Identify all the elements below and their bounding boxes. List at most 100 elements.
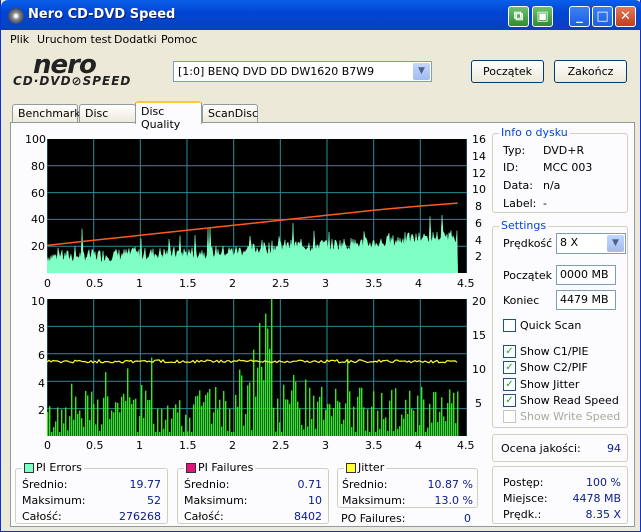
pi-failures-bar	[409, 390, 411, 436]
pi-failures-bar	[197, 395, 199, 436]
y2-tick: 8	[475, 200, 482, 213]
pi-failures-bar	[211, 423, 213, 436]
jitter-label: Jitter	[358, 461, 385, 474]
x-tick: 0.5	[86, 439, 104, 452]
x-tick: 4.5	[457, 439, 475, 452]
pi-failures-bar	[399, 426, 401, 436]
po-failures-label: PO Failures:	[341, 512, 406, 525]
menu-bar: Plik Uruchom test Dodatki Pomoc	[1, 30, 640, 50]
menu-help[interactable]: Pomoc	[161, 33, 197, 46]
pi-failures-bar	[229, 408, 231, 436]
pi-failures-bar	[183, 431, 185, 436]
legend-swatch	[24, 463, 34, 473]
menu-run-test[interactable]: Uruchom test	[37, 33, 112, 46]
stat-value: 8402	[294, 510, 322, 523]
pi-failures-bar	[341, 423, 343, 436]
drive-select[interactable]: [1:0] BENQ DVD DD DW1620 B7W9 ▼	[173, 61, 432, 82]
pi-failures-bar	[195, 396, 197, 436]
pi-failures-bar	[319, 396, 321, 436]
pi-failures-bar	[97, 399, 99, 436]
maximize-button[interactable]: □	[592, 6, 613, 27]
show-read-speed-checkbox[interactable]: ✓	[503, 394, 516, 407]
pi-failures-box: PI Failures Średnio: 0.71 Maksimum: 10 C…	[177, 461, 329, 524]
pi-failures-bar	[311, 418, 313, 436]
y2-tick: 16	[472, 133, 486, 146]
pi-failures-bar	[117, 402, 119, 436]
pi-errors-box: PI Errors Średnio: 19.77 Maksimum: 52 Ca…	[15, 461, 168, 524]
pi-failures-bar	[123, 393, 125, 436]
show-c2-checkbox[interactable]: ✓	[503, 361, 516, 374]
quick-scan-checkbox[interactable]	[503, 319, 516, 332]
pi-failures-bar	[303, 429, 305, 436]
pi-failures-bar	[381, 392, 383, 436]
pi-failures-bar	[139, 416, 141, 436]
save-icon[interactable]: ▣	[532, 6, 553, 27]
chevron-down-icon[interactable]: ▼	[607, 235, 624, 252]
speed-select[interactable]: 8 X ▼	[556, 233, 626, 254]
pi-failures-bar	[253, 349, 255, 436]
pi-failures-bar	[167, 405, 169, 436]
pi-failures-bar	[425, 431, 427, 436]
pi-failures-bar	[53, 427, 55, 436]
copy-icon[interactable]: ⧉	[508, 6, 529, 27]
pi-failures-bar	[353, 406, 355, 436]
pi-failures-bar	[367, 409, 369, 436]
pi-failures-bar	[361, 387, 363, 436]
tab-scandisc[interactable]: ScanDisc	[202, 104, 258, 123]
pi-failures-bar	[213, 412, 215, 436]
legend-swatch	[346, 463, 356, 473]
minimize-button[interactable]: _	[569, 6, 590, 27]
pi-failures-bar	[423, 399, 425, 436]
pi-failures-bar	[389, 400, 391, 436]
exit-button[interactable]: Zakończ	[554, 60, 627, 83]
chevron-down-icon[interactable]: ▼	[413, 63, 430, 80]
pi-failures-bar	[237, 406, 239, 436]
pi-failures-bar	[207, 392, 209, 436]
pi-failures-bar	[185, 414, 187, 436]
pi-failures-bar	[299, 408, 301, 436]
tab-disc-info[interactable]: Disc Info	[79, 104, 136, 133]
end-input[interactable]: 4479 MB	[556, 290, 616, 310]
pi-failures-bar	[391, 389, 393, 436]
close-button[interactable]: ✕	[615, 6, 636, 27]
pi-failures-bar	[321, 386, 323, 436]
pi-failures-bar	[429, 403, 431, 436]
pi-failures-bar	[235, 394, 237, 436]
jitter-title: Jitter	[344, 461, 387, 474]
pi-failures-bar	[67, 430, 69, 436]
pi-failures-bar	[93, 403, 95, 436]
show-c1-checkbox[interactable]: ✓	[503, 345, 516, 358]
pi-failures-bar	[155, 431, 157, 436]
pi-failures-bar	[243, 425, 245, 436]
position-label: Miejsce:	[503, 492, 548, 505]
speed-current-value: 8.35 X	[585, 508, 621, 521]
show-jitter-checkbox[interactable]: ✓	[503, 378, 516, 391]
pi-failures-bar	[125, 400, 127, 436]
y-tick: 6	[38, 349, 45, 362]
info-value: DVD+R	[543, 144, 585, 157]
pi-failures-bar	[331, 416, 333, 436]
info-value: n/a	[543, 179, 561, 192]
disc-icon	[8, 8, 24, 24]
tab-benchmark[interactable]: Benchmark	[12, 104, 81, 123]
pi-failures-bar	[339, 402, 341, 436]
show-write-speed-checkbox	[503, 410, 516, 423]
tab-disc-quality[interactable]: Disc Quality	[135, 101, 202, 131]
info-value: -	[543, 197, 547, 210]
pi-failures-bar	[281, 431, 283, 436]
start-input[interactable]: 0000 MB	[556, 265, 616, 285]
pi-failures-bar	[317, 401, 319, 436]
pi-failures-bar	[369, 431, 371, 436]
pi-failures-bar	[273, 407, 275, 436]
pi-failures-bar	[199, 390, 201, 436]
show-c1-label: Show C1/PIE	[520, 345, 589, 358]
pi-failures-bar	[75, 396, 77, 436]
menu-file[interactable]: Plik	[10, 33, 29, 46]
pi-failures-bar	[431, 422, 433, 436]
x-tick: 3.5	[365, 439, 383, 452]
menu-extras[interactable]: Dodatki	[114, 33, 157, 46]
app-window: Nero CD-DVD Speed ⧉ ▣ _ □ ✕ Plik Uruchom…	[0, 0, 641, 532]
pi-failures-bar	[71, 383, 73, 436]
title-bar[interactable]: Nero CD-DVD Speed ⧉ ▣ _ □ ✕	[1, 0, 641, 30]
start-button[interactable]: Początek	[471, 60, 544, 83]
